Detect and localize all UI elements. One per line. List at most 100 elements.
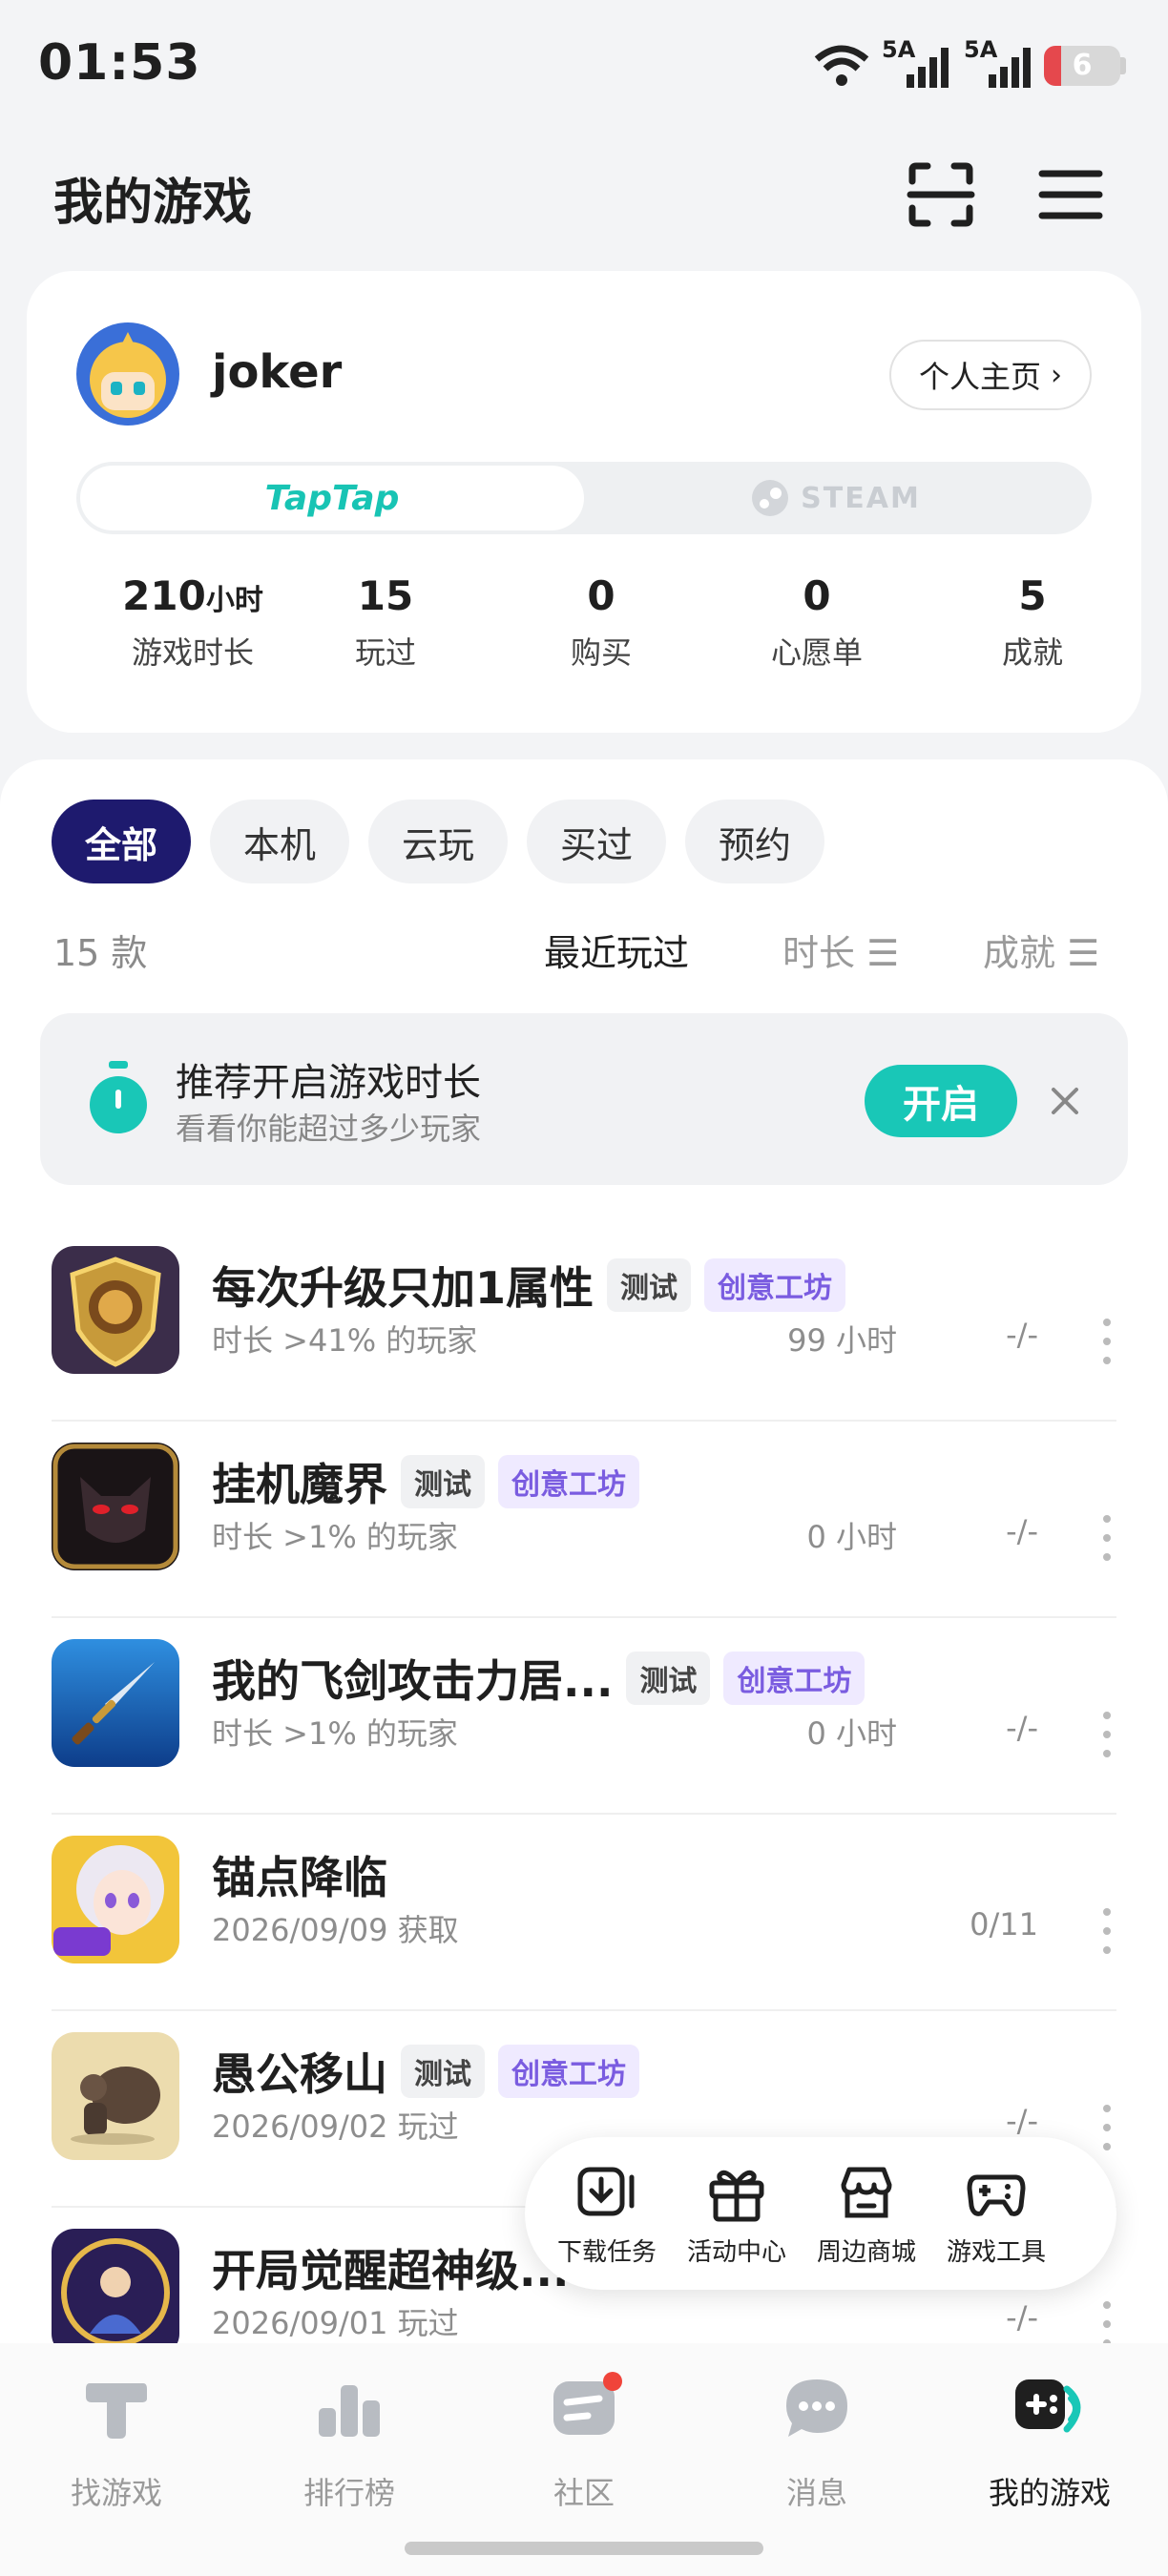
platform-toggle: TapTap STEAM [76,462,1092,534]
merch-store-button[interactable]: 周边商城 [800,2160,933,2268]
game-title: 锚点降临 [212,1843,387,1906]
nav-label: 社区 [553,2475,615,2511]
stat-achievements[interactable]: 5 成就 [937,572,1128,673]
more-icon[interactable] [1094,1706,1120,1763]
game-title: 愚公移山 测试 创意工坊 [212,2040,639,2103]
page-title: 我的游戏 [53,175,253,232]
filter-all[interactable]: 全部 [52,800,191,883]
avatar[interactable] [76,322,179,426]
stat-unit: 小时 [205,584,263,617]
game-icon [52,2229,179,2357]
game-row[interactable]: 挂机魔界 测试 创意工坊 时长 >1% 的玩家 0 小时 -/- [0,1422,1168,1618]
download-tasks-button[interactable]: 下载任务 [540,2160,674,2268]
game-name: 开局觉醒超神级... [212,2245,570,2296]
stat-label: 成就 [1001,634,1063,671]
game-title: 我的飞剑攻击力居... 测试 创意工坊 [212,1647,866,1710]
game-icon [52,1639,179,1767]
tag-workshop: 创意工坊 [723,1652,866,1705]
nav-community[interactable]: 社区 [489,2370,679,2513]
ranking-icon [319,2385,380,2437]
stat-value: 5 [1018,572,1047,619]
platform-steam-tab[interactable]: STEAM [584,466,1088,530]
taptap-t-icon [86,2383,147,2439]
game-name: 每次升级只加1属性 [212,1262,594,1314]
game-row[interactable]: 每次升级只加1属性 测试 创意工坊 时长 >41% 的玩家 99 小时 -/- [0,1225,1168,1422]
game-name: 愚公移山 [212,2048,387,2100]
tag-workshop: 创意工坊 [498,2045,639,2098]
status-bar: 01:53 5A 5A 6 [0,0,1168,134]
sort-recent[interactable]: 最近玩过 [544,924,689,976]
game-achievements: -/- [1006,1710,1038,1746]
game-tools-button[interactable]: 游戏工具 [929,2160,1063,2268]
battery-icon: 6 [1044,46,1120,86]
stat-played[interactable]: 15 玩过 [290,572,481,673]
gamepad-icon [967,2174,1026,2216]
stat-playtime[interactable]: 210小时 游戏时长 [97,572,288,673]
game-achievements: -/- [1006,2299,1038,2336]
quick-tools-bar: 下载任务 活动中心 周边商城 游戏工具 [525,2137,1116,2290]
tool-label: 下载任务 [556,2238,657,2267]
game-hours: 99 小时 [787,1322,897,1359]
more-icon[interactable] [1094,2099,1120,2156]
nav-rankings[interactable]: 排行榜 [254,2370,445,2513]
flying-sword-art [52,1639,179,1767]
game-row[interactable]: 锚点降临 2026/09/09 获取 0/11 [0,1815,1168,2011]
filter-bought[interactable]: 买过 [527,800,666,883]
old-man-art [52,2032,179,2160]
game-hours: 0 小时 [806,1519,897,1555]
platform-taptap-tab[interactable]: TapTap [80,466,584,530]
sort-playtime[interactable]: 时长 ☰ [782,924,899,976]
more-icon[interactable] [1094,1509,1120,1567]
homepage-button[interactable]: 个人主页 › [889,340,1092,410]
game-title: 每次升级只加1属性 测试 创意工坊 [212,1254,846,1317]
tag-test: 测试 [401,1455,485,1508]
game-list-panel: 全部 本机 云玩 买过 预约 15 款 最近玩过 时长 ☰ 成就 ☰ 推荐开启游… [0,759,1168,2357]
stat-purchased[interactable]: 0 购买 [506,572,697,673]
filter-cloud[interactable]: 云玩 [368,800,508,883]
game-achievements: 0/11 [970,1906,1038,1942]
nav-messages[interactable]: 消息 [721,2370,912,2513]
scan-icon[interactable] [907,160,975,229]
notification-dot [603,2372,622,2391]
stat-wishlist[interactable]: 0 心愿单 [721,572,912,673]
banner-title: 推荐开启游戏时长 [176,1061,481,1105]
nav-label: 消息 [785,2475,847,2511]
game-hours: 0 小时 [806,1715,897,1752]
tool-label: 游戏工具 [946,2238,1046,2267]
activity-center-button[interactable]: 活动中心 [670,2160,803,2268]
game-name: 锚点降临 [212,1852,387,1903]
tag-workshop: 创意工坊 [704,1258,846,1312]
steam-label: STEAM [801,481,921,515]
more-icon[interactable] [1094,1313,1120,1370]
filter-local[interactable]: 本机 [210,800,349,883]
taptap-logo: TapTap [264,478,400,518]
battery-tip [1120,57,1126,74]
stat-value: 210 [122,572,206,619]
game-icon [52,2032,179,2160]
game-achievements: -/- [1006,1317,1038,1353]
game-subtitle: 时长 >1% 的玩家 [212,1519,458,1555]
game-title: 开局觉醒超神级... [212,2236,569,2299]
filter-reserved[interactable]: 预约 [685,800,824,883]
more-icon[interactable] [1094,1902,1120,1960]
game-subtitle: 2026/09/01 玩过 [212,2305,459,2341]
menu-icon[interactable] [1036,160,1105,229]
sort-achievements[interactable]: 成就 ☰ [983,924,1099,976]
tag-test: 测试 [401,2045,485,2098]
close-icon[interactable] [1042,1078,1088,1124]
enable-playtime-button[interactable]: 开启 [865,1065,1017,1137]
signal-icon [907,48,949,88]
home-indicator[interactable] [405,2542,763,2555]
nav-my-games[interactable]: 我的游戏 [954,2370,1145,2513]
game-subtitle: 时长 >41% 的玩家 [212,1322,478,1359]
lion-shield-art [52,1246,179,1374]
game-achievements: -/- [1006,2103,1038,2139]
battery-level: 6 [1072,49,1093,82]
banner-subtitle: 看看你能超过多少玩家 [176,1111,482,1147]
game-row[interactable]: 我的飞剑攻击力居... 测试 创意工坊 时长 >1% 的玩家 0 小时 -/- [0,1618,1168,1815]
game-icon [52,1246,179,1374]
stat-label: 玩过 [354,634,416,671]
playtime-banner: 推荐开启游戏时长 看看你能超过多少玩家 开启 [40,1013,1128,1185]
signal-icon [989,48,1031,88]
nav-find-games[interactable]: 找游戏 [21,2370,212,2513]
